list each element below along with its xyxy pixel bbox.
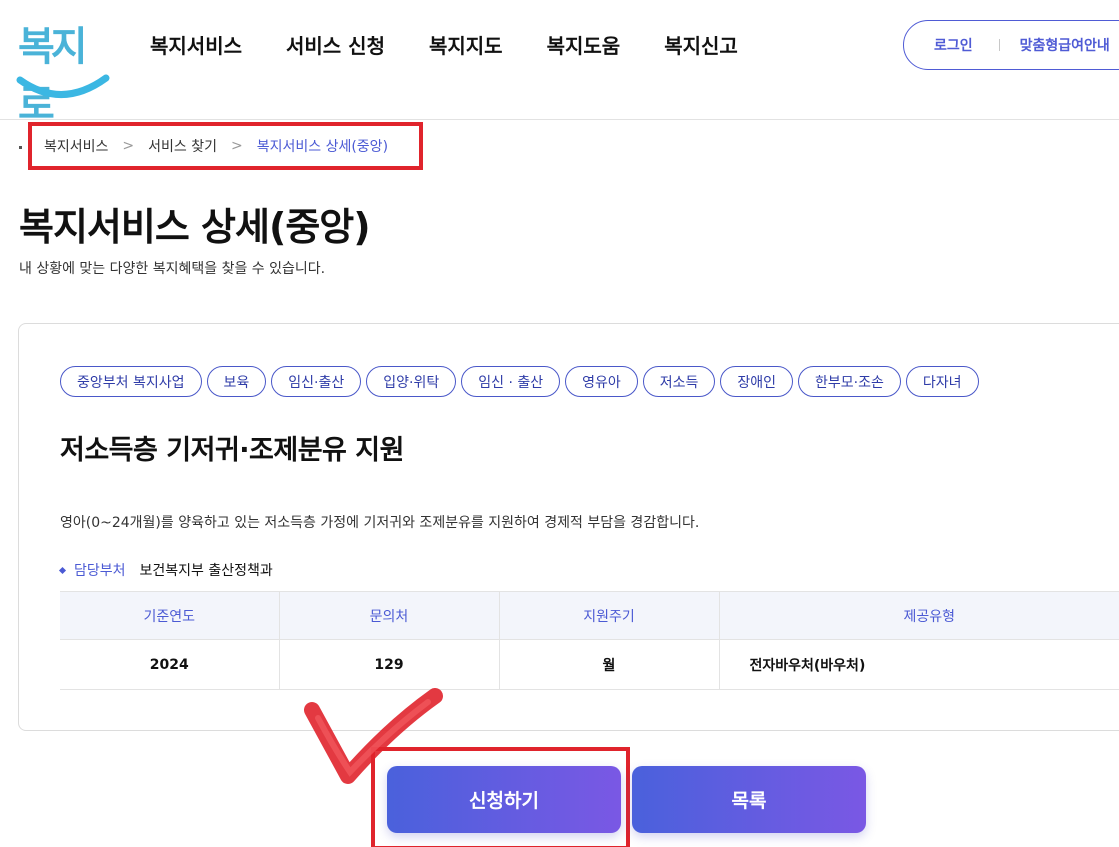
- nav-service-apply[interactable]: 서비스 신청: [286, 30, 385, 59]
- table-row: 2024 129 월 전자바우처(바우처): [60, 639, 1119, 690]
- page-title: 복지서비스 상세(중앙): [19, 205, 371, 249]
- tag-disabled[interactable]: 장애인: [720, 366, 794, 397]
- chevron-right-icon: >: [122, 138, 135, 154]
- nav-welfare-map[interactable]: 복지지도: [429, 30, 503, 59]
- department-value: 보건복지부 출산정책과: [139, 563, 273, 579]
- util-divider: [998, 39, 1000, 51]
- tag-low-income[interactable]: 저소득: [642, 366, 716, 397]
- service-description: 영아(0~24개월)를 양육하고 있는 저소득층 가정에 기저귀와 조제분유를 …: [60, 515, 700, 531]
- breadcrumb-item-welfare-service[interactable]: 복지서비스: [44, 136, 108, 156]
- breadcrumb-item-current[interactable]: 복지서비스 상세(중앙): [257, 136, 388, 156]
- service-title: 저소득층 기저귀·조제분유 지원: [60, 435, 404, 466]
- util-menu: 로그인 맞춤형급여안내: [903, 20, 1119, 70]
- apply-button[interactable]: 신청하기: [387, 766, 621, 833]
- cell-base-year: 2024: [60, 639, 280, 690]
- cell-contact: 129: [279, 639, 500, 690]
- diamond-bullet-icon: [58, 566, 67, 574]
- cell-provision-type: 전자바우처(바우처): [719, 639, 1119, 690]
- nav-welfare-help[interactable]: 복지도움: [547, 30, 621, 59]
- tag-infant[interactable]: 영유아: [565, 366, 638, 397]
- tag-pregnancy-birth[interactable]: 임신·출산: [271, 366, 362, 397]
- service-info-table: 기준연도 문의처 지원주기 제공유형 2024 129 월 전자바우처(바우처): [60, 591, 1119, 690]
- tag-adoption-foster[interactable]: 입양·위탁: [366, 366, 457, 397]
- tag-single-parent[interactable]: 한부모·조손: [798, 366, 901, 397]
- department-info: 담당부처 보건복지부 출산정책과: [58, 560, 273, 580]
- column-header-support-cycle: 지원주기: [499, 591, 720, 640]
- tag-pregnancy-birth-2[interactable]: 임신 · 출산: [461, 366, 561, 397]
- login-link[interactable]: 로그인: [934, 35, 973, 55]
- nav-welfare-service[interactable]: 복지서비스: [150, 30, 242, 59]
- list-button[interactable]: 목록: [632, 766, 866, 833]
- tag-childcare[interactable]: 보육: [206, 366, 267, 397]
- logo[interactable]: 복지로: [14, 14, 110, 128]
- tag-multi-child[interactable]: 다자녀: [905, 366, 979, 397]
- breadcrumb-home-dot: [19, 146, 22, 149]
- department-label: 담당부처: [74, 563, 126, 579]
- tag-central-ministry[interactable]: 중앙부처 복지사업: [60, 366, 202, 397]
- column-header-contact: 문의처: [279, 591, 500, 640]
- service-detail-card: 중앙부처 복지사업 보육 임신·출산 입양·위탁 임신 · 출산 영유아 저소득…: [18, 323, 1119, 731]
- column-header-base-year: 기준연도: [60, 591, 280, 640]
- custom-guide-link[interactable]: 맞춤형급여안내: [1020, 35, 1110, 55]
- logo-smile-icon: [16, 74, 110, 98]
- column-header-provision-type: 제공유형: [719, 591, 1119, 640]
- chevron-right-icon: >: [231, 138, 243, 154]
- nav-welfare-report[interactable]: 복지신고: [664, 30, 738, 59]
- button-area: 신청하기 목록: [0, 688, 1119, 847]
- breadcrumb-item-service-search[interactable]: 서비스 찾기: [148, 136, 217, 156]
- page-description: 내 상황에 맞는 다양한 복지혜택을 찾을 수 있습니다.: [19, 261, 326, 277]
- cell-support-cycle: 월: [499, 639, 720, 690]
- main-nav: 복지서비스 서비스 신청 복지지도 복지도움 복지신고: [150, 30, 738, 59]
- breadcrumb: 복지서비스 > 서비스 찾기 > 복지서비스 상세(중앙): [28, 122, 423, 170]
- tag-list: 중앙부처 복지사업 보육 임신·출산 입양·위탁 임신 · 출산 영유아 저소득…: [60, 366, 979, 397]
- site-header: 복지로 복지서비스 서비스 신청 복지지도 복지도움 복지신고 로그인 맞춤형급…: [0, 0, 1119, 128]
- table-header-row: 기준연도 문의처 지원주기 제공유형: [60, 591, 1119, 640]
